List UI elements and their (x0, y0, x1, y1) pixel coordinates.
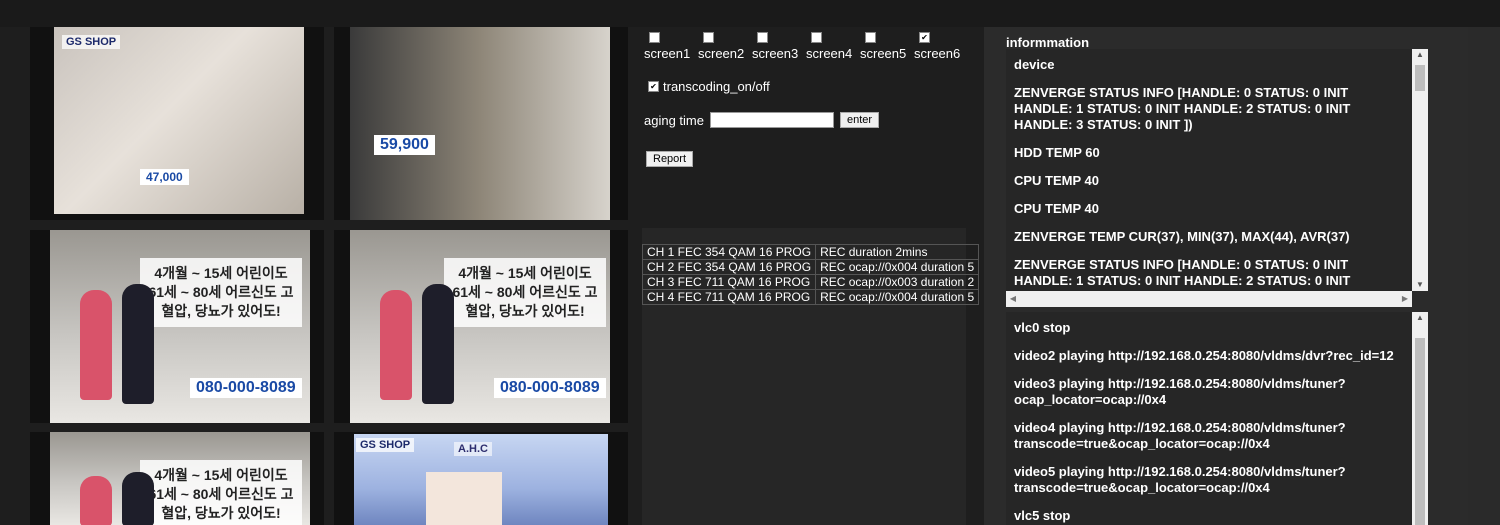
aging-time-row: aging time enter (644, 112, 880, 128)
log-line: CPU TEMP 40 (1014, 201, 1100, 216)
screen-checkbox-row: screen1 screen2 screen3 screen4 screen5 ✔ scre… (644, 32, 968, 61)
scroll-thumb[interactable] (1415, 65, 1425, 91)
screen-checkbox[interactable] (649, 32, 660, 43)
scroll-up-icon[interactable]: ▲ (1412, 312, 1428, 324)
table-row: CH 4 FEC 711 QAM 16 PROG REC ocap://0x004… (641, 289, 980, 305)
video-frame-1 (54, 27, 304, 214)
channel-logo: GS SHOP (62, 35, 121, 49)
log-line: CPU TEMP 40 (1014, 173, 1100, 188)
log-line: video2 playing http://192.168.0.254:8080… (1014, 348, 1394, 363)
report-button[interactable]: Report (646, 151, 694, 167)
price-tag: 59,900 (374, 135, 435, 155)
channel-info-cell: CH 2 FEC 354 QAM 16 PROG (641, 259, 817, 275)
log-line: ZENVERGE STATUS INFO [HANDLE: 0 STATUS: … (1014, 257, 1351, 288)
video-tile-4[interactable]: 4개월 ~ 15세 어린이도 61세 ~ 80세 어르신도 고혈압, 당뇨가 있… (334, 230, 628, 423)
transcoding-toggle[interactable]: ✔ transcoding_on/off (648, 79, 770, 94)
log-line: video3 playing http://192.168.0.254:8080… (1014, 376, 1346, 407)
price-tag: 47,000 (140, 169, 189, 185)
video-tile-5[interactable]: 4개월 ~ 15세 어린이도 61세 ~ 80세 어르신도 고혈압, 당뇨가 있… (30, 432, 324, 525)
log-line: vlc0 stop (1014, 320, 1071, 335)
screen-checkbox-label: screen6 (914, 46, 961, 61)
screen-checkbox[interactable] (703, 32, 714, 43)
screen-checkbox-label: screen2 (698, 46, 745, 61)
channel-table: CH 1 FEC 354 QAM 16 PROG REC duration 2mi… (641, 244, 980, 305)
screen-checkbox-item[interactable]: screen4 (806, 32, 860, 61)
recording-info-cell: REC ocap://0x004 duration 5 (815, 259, 980, 275)
scroll-thumb[interactable] (1415, 338, 1425, 525)
screen-checkbox-item[interactable]: screen3 (752, 32, 806, 61)
log-line: vlc5 stop (1014, 508, 1071, 523)
channel-status-panel: CH 1 FEC 354 QAM 16 PROG REC duration 2mi… (641, 228, 980, 525)
brand-logo: A.H.C (454, 442, 492, 456)
device-log-hscrollbar[interactable]: ◀ ▶ (1006, 291, 1412, 307)
presenter-figure (80, 290, 112, 400)
information-panel: informmation device ZENVERGE STATUS INFO … (984, 27, 1468, 525)
video-tile-3[interactable]: 4개월 ~ 15세 어린이도 61세 ~ 80세 어르신도 고혈압, 당뇨가 있… (30, 230, 324, 423)
promo-text: 4개월 ~ 15세 어린이도 61세 ~ 80세 어르신도 고혈압, 당뇨가 있… (140, 258, 302, 327)
device-log[interactable]: device ZENVERGE STATUS INFO [HANDLE: 0 ST… (1006, 49, 1412, 291)
aging-time-input[interactable] (709, 112, 834, 128)
enter-button[interactable]: enter (839, 112, 880, 128)
video-tile-6[interactable]: GS SHOP A.H.C (334, 432, 628, 525)
recording-info-cell: REC ocap://0x003 duration 2 (815, 274, 980, 290)
log-line: video5 playing http://192.168.0.254:8080… (1014, 464, 1346, 495)
phone-number: 080-000-8089 (494, 378, 606, 398)
information-title: informmation (1006, 35, 1090, 50)
transcoding-label: transcoding_on/off (663, 79, 770, 94)
video-tile-1[interactable]: GS SHOP 47,000 (30, 27, 324, 220)
screen-checkbox[interactable] (811, 32, 822, 43)
product-screen (426, 472, 502, 525)
screen-checkbox-label: screen5 (860, 46, 907, 61)
scroll-left-icon[interactable]: ◀ (1006, 291, 1020, 307)
presenter-figure (380, 290, 412, 400)
screen-checkbox-label: screen4 (806, 46, 853, 61)
screen-checkbox-label: screen3 (752, 46, 799, 61)
right-edge-strip (1468, 27, 1500, 525)
promo-text: 4개월 ~ 15세 어린이도 61세 ~ 80세 어르신도 고혈압, 당뇨가 있… (444, 258, 606, 327)
channel-info-cell: CH 4 FEC 711 QAM 16 PROG (641, 289, 817, 305)
screen-checkbox-item[interactable]: ✔ screen6 (914, 32, 968, 61)
video-grid: GS SHOP 47,000 59,900 4개월 ~ 15세 어린이도 61세… (30, 27, 628, 525)
log-line: HDD TEMP 60 (1014, 145, 1100, 160)
recording-info-cell: REC duration 2mins (815, 244, 980, 260)
presenter-figure (422, 284, 454, 404)
top-bar (0, 0, 1500, 27)
control-panel: screen1 screen2 screen3 screen4 screen5 ✔ scre… (640, 27, 966, 227)
screen-checkbox[interactable]: ✔ (919, 32, 930, 43)
screen-checkbox-item[interactable]: screen5 (860, 32, 914, 61)
transcoding-checkbox[interactable]: ✔ (648, 81, 659, 92)
log-line: video4 playing http://192.168.0.254:8080… (1014, 420, 1346, 451)
vlc-log[interactable]: vlc0 stop video2 playing http://192.168.0… (1006, 312, 1412, 525)
vlc-log-scrollbar[interactable]: ▲ (1412, 312, 1428, 525)
scroll-right-icon[interactable]: ▶ (1398, 291, 1412, 307)
log-line: device (1014, 57, 1055, 72)
scroll-down-icon[interactable]: ▼ (1412, 279, 1428, 291)
channel-logo: GS SHOP (356, 438, 415, 452)
table-row: CH 2 FEC 354 QAM 16 PROG REC ocap://0x004… (641, 259, 980, 275)
video-tile-2[interactable]: 59,900 (334, 27, 628, 220)
video-frame-2 (350, 27, 610, 220)
aging-time-label: aging time (644, 112, 704, 128)
recording-info-cell: REC ocap://0x004 duration 5 (815, 289, 980, 305)
screen-checkbox-item[interactable]: screen1 (644, 32, 698, 61)
table-row: CH 3 FEC 711 QAM 16 PROG REC ocap://0x003… (641, 274, 980, 290)
screen-checkbox-item[interactable]: screen2 (698, 32, 752, 61)
channel-info-cell: CH 3 FEC 711 QAM 16 PROG (641, 274, 817, 290)
promo-text: 4개월 ~ 15세 어린이도 61세 ~ 80세 어르신도 고혈압, 당뇨가 있… (140, 460, 302, 525)
channel-info-cell: CH 1 FEC 354 QAM 16 PROG (641, 244, 817, 260)
scroll-up-icon[interactable]: ▲ (1412, 49, 1428, 61)
presenter-figure (80, 476, 112, 525)
presenter-figure (122, 284, 154, 404)
table-row: CH 1 FEC 354 QAM 16 PROG REC duration 2mi… (641, 244, 980, 260)
screen-checkbox[interactable] (865, 32, 876, 43)
phone-number: 080-000-8089 (190, 378, 302, 398)
screen-checkbox[interactable] (757, 32, 768, 43)
screen-checkbox-label: screen1 (644, 46, 691, 61)
presenter-figure (122, 472, 154, 525)
device-log-scrollbar[interactable]: ▲ ▼ (1412, 49, 1428, 291)
log-line: ZENVERGE STATUS INFO [HANDLE: 0 STATUS: … (1014, 85, 1351, 132)
log-line: ZENVERGE TEMP CUR(37), MIN(37), MAX(44),… (1014, 229, 1350, 244)
